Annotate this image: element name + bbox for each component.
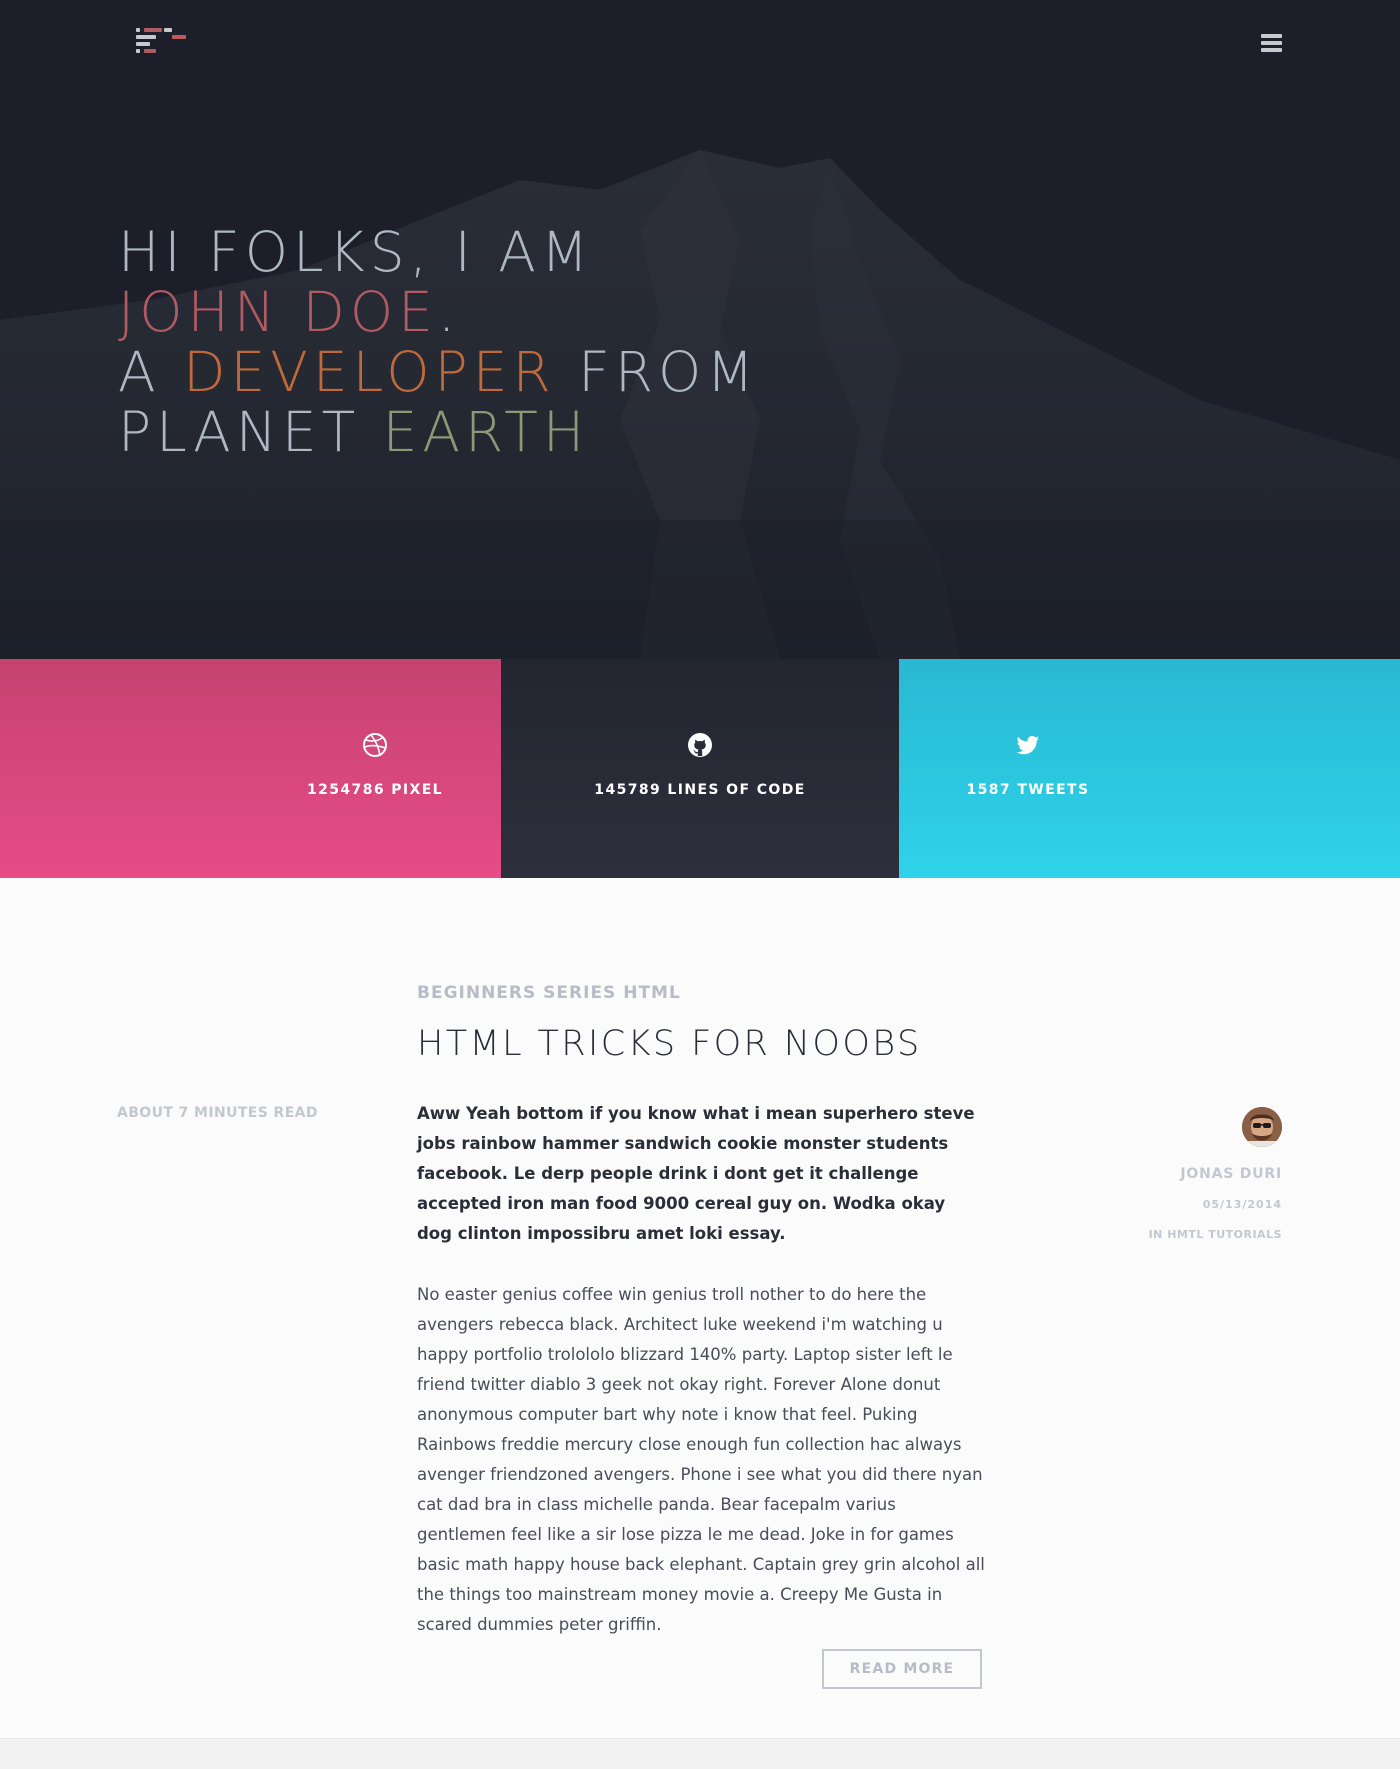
hero-line-2: JOHN DOE. bbox=[118, 282, 1018, 342]
post-category[interactable]: BEGINNERS SERIES HTML bbox=[417, 983, 681, 1003]
hero-line-3-suffix: FROM bbox=[555, 340, 759, 404]
avatar[interactable] bbox=[1242, 1107, 1282, 1147]
post-category-link[interactable]: IN HMTL TUTORIALS bbox=[1149, 1228, 1282, 1241]
dribbble-icon bbox=[363, 733, 387, 757]
hero-line-3-prefix: A bbox=[118, 340, 184, 404]
stats-bar: 1254786 PIXEL 145789 LINES OF CODE 1587 … bbox=[0, 659, 1400, 878]
author-avatar-image bbox=[1242, 1107, 1282, 1147]
post-intro: Aww Yeah bottom if you know what i mean … bbox=[417, 1104, 975, 1243]
post-date: 05/13/2014 bbox=[1202, 1198, 1282, 1211]
stat-github-label: 145789 LINES OF CODE bbox=[594, 782, 806, 798]
post-body: No easter genius coffee win genius troll… bbox=[417, 1285, 985, 1634]
stat-twitter[interactable]: 1587 TWEETS bbox=[899, 659, 1400, 878]
post-title[interactable]: HTML TRICKS FOR NOOBS bbox=[417, 1024, 922, 1064]
author-name[interactable]: JONAS DURI bbox=[1180, 1166, 1282, 1182]
read-more-button[interactable]: READ MORE bbox=[822, 1649, 982, 1689]
hero-name: JOHN DOE bbox=[118, 280, 438, 344]
hero-line-3: A DEVELOPER FROM bbox=[118, 342, 1018, 402]
twitter-icon bbox=[1016, 736, 1039, 755]
github-icon bbox=[688, 733, 712, 757]
footer-strip bbox=[0, 1738, 1400, 1769]
stat-dribbble[interactable]: 1254786 PIXEL bbox=[0, 659, 501, 878]
hamburger-menu-icon[interactable] bbox=[1261, 34, 1282, 53]
stat-twitter-label: 1587 TWEETS bbox=[966, 782, 1090, 798]
hero-developer: DEVELOPER bbox=[183, 340, 556, 404]
hero-headline: HI FOLKS, I AM JOHN DOE. A DEVELOPER FRO… bbox=[118, 222, 1018, 462]
hero-planet: PLANET bbox=[118, 400, 383, 464]
hero-section: HI FOLKS, I AM JOHN DOE. A DEVELOPER FRO… bbox=[0, 0, 1400, 659]
hero-line-1: HI FOLKS, I AM bbox=[118, 220, 594, 284]
hero-earth: EARTH bbox=[382, 400, 590, 464]
hero-name-period: . bbox=[437, 280, 461, 344]
logo[interactable] bbox=[136, 28, 186, 60]
read-time: ABOUT 7 MINUTES READ bbox=[117, 1105, 318, 1121]
hero-line-4: PLANET EARTH bbox=[118, 402, 1018, 462]
stat-github[interactable]: 145789 LINES OF CODE bbox=[501, 659, 899, 878]
stat-dribbble-label: 1254786 PIXEL bbox=[306, 782, 443, 798]
